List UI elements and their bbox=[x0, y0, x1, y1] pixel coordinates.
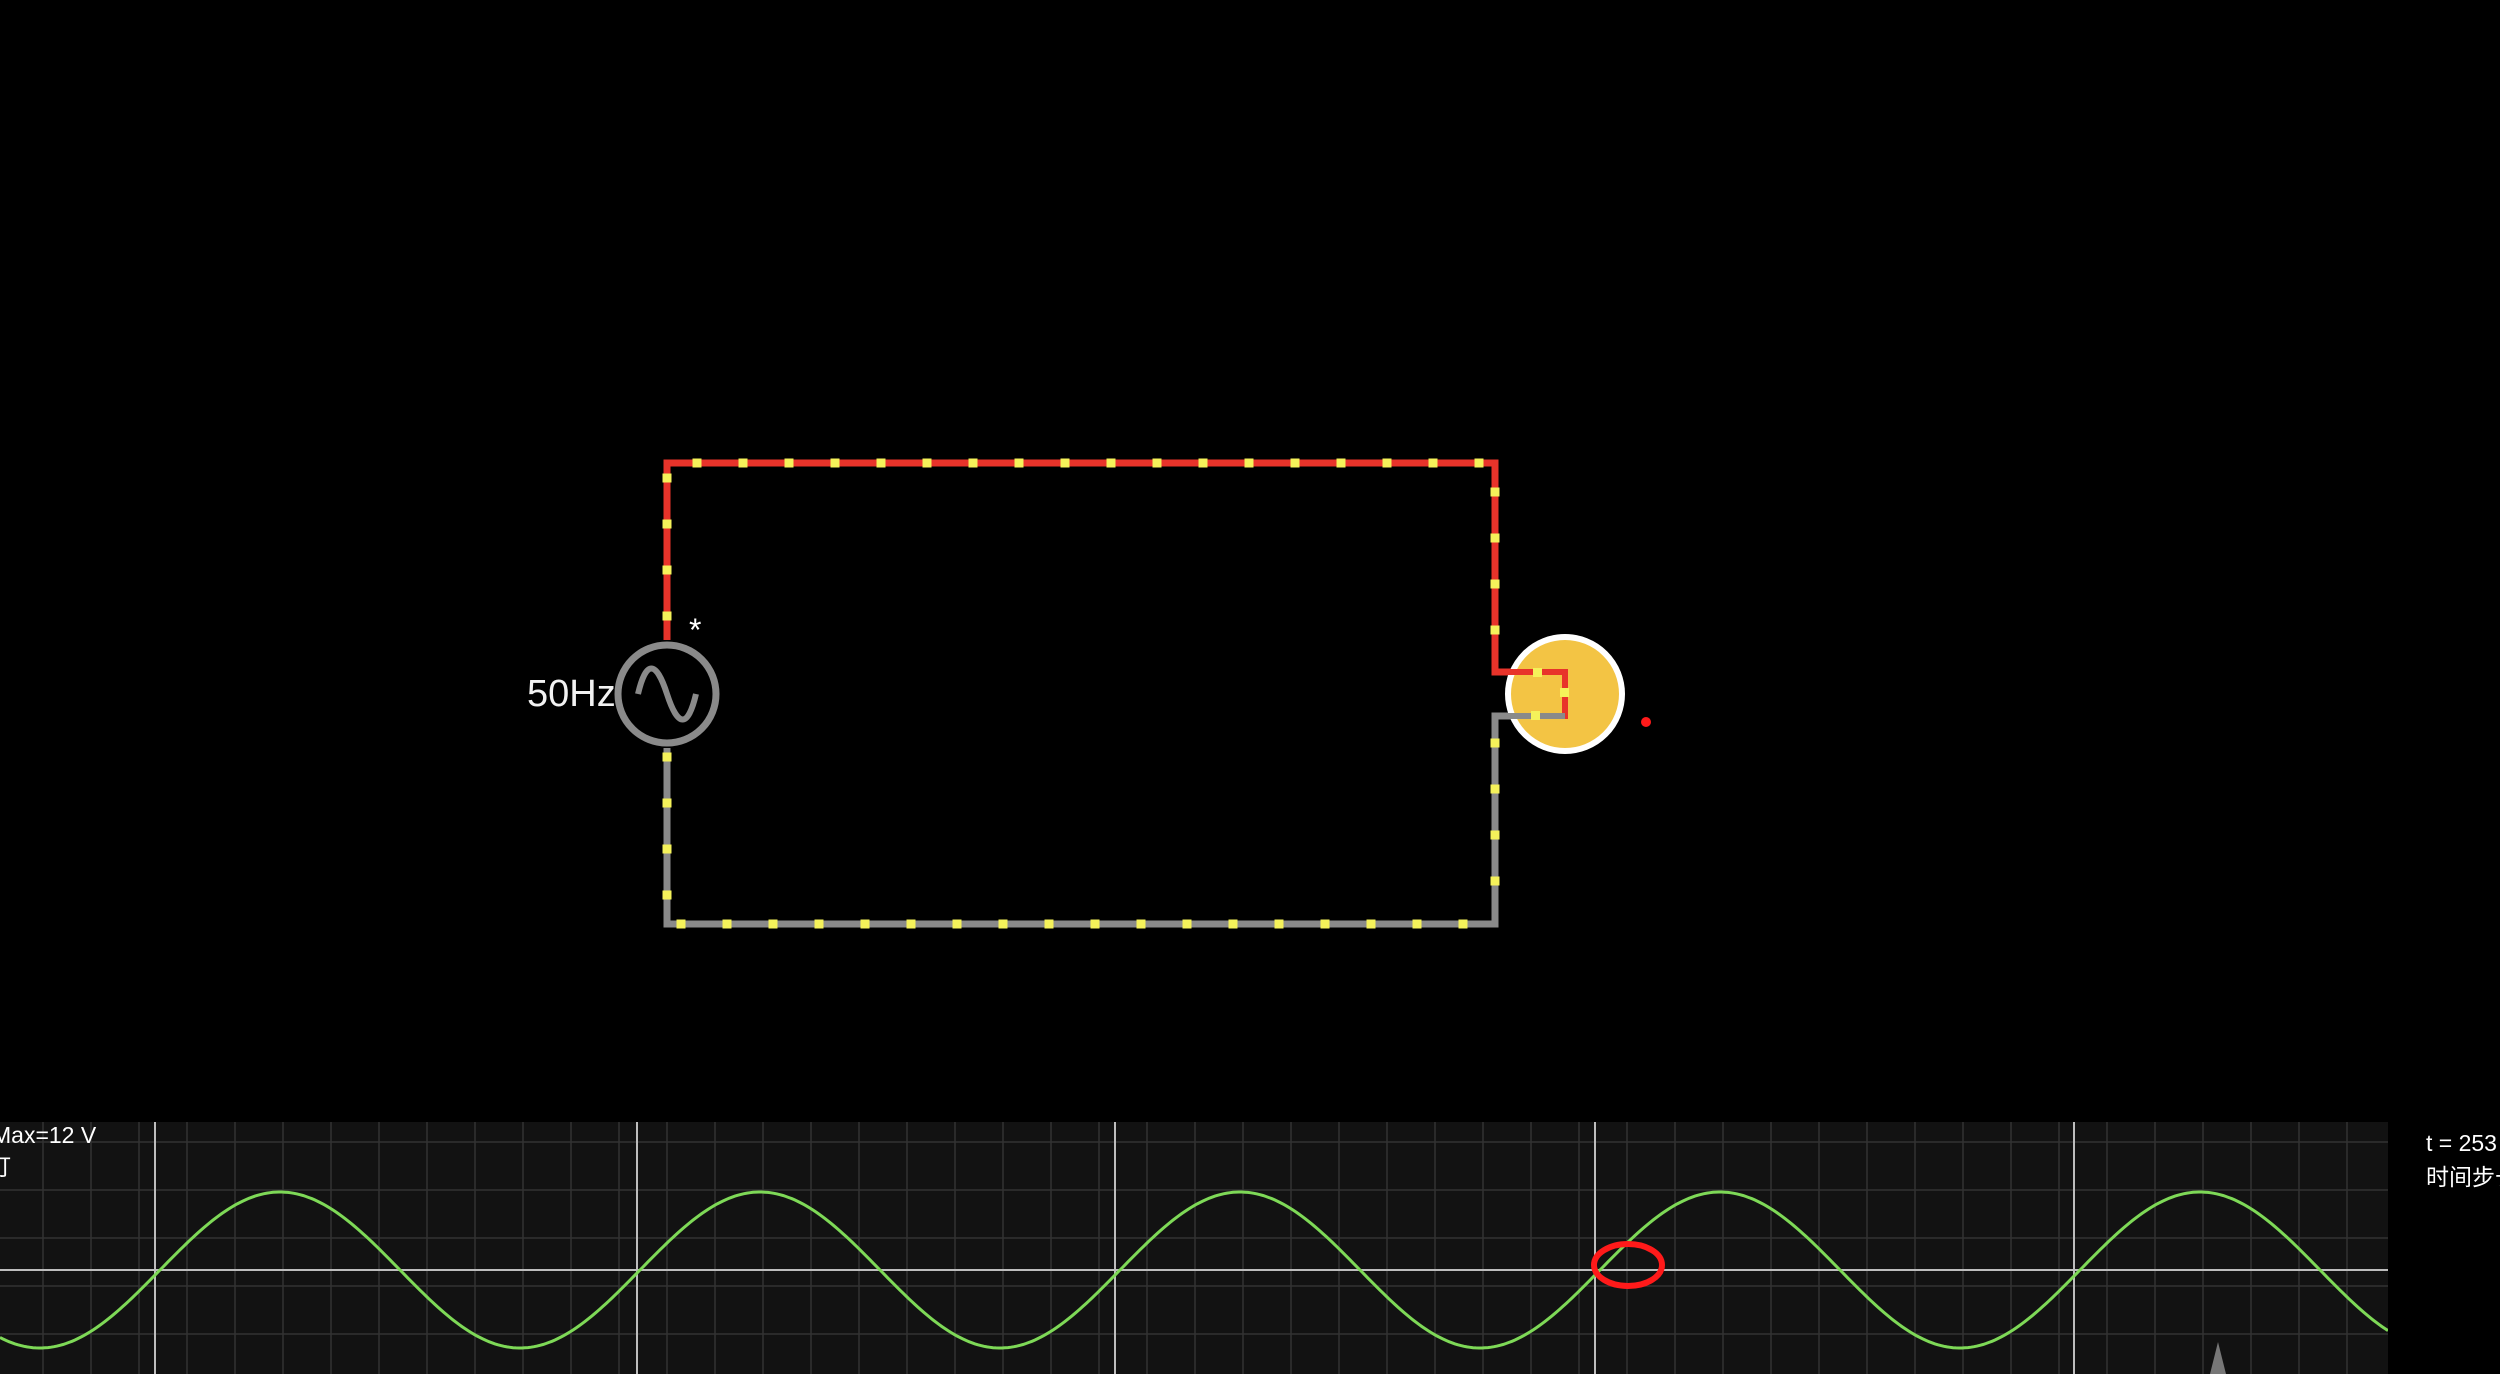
current-dot bbox=[1044, 919, 1054, 929]
current-dot bbox=[784, 458, 794, 468]
current-dot bbox=[676, 919, 686, 929]
current-dot bbox=[662, 844, 672, 854]
frequency-label: 50Hz bbox=[527, 673, 616, 715]
current-dot bbox=[1244, 458, 1254, 468]
current-dot bbox=[1490, 625, 1500, 635]
current-dot bbox=[922, 458, 932, 468]
current-dot bbox=[1490, 784, 1500, 794]
current-dot bbox=[662, 519, 672, 529]
current-dot bbox=[1382, 458, 1392, 468]
time-label: t = 253 bbox=[2426, 1130, 2497, 1156]
current-dot bbox=[1152, 458, 1162, 468]
scope-element-label: 灯 bbox=[0, 1148, 11, 1182]
current-dot bbox=[1336, 458, 1346, 468]
current-dot bbox=[1490, 876, 1500, 886]
current-dot bbox=[998, 919, 1008, 929]
current-dot bbox=[1182, 919, 1192, 929]
current-dot bbox=[1366, 919, 1376, 929]
current-dot bbox=[1428, 458, 1438, 468]
red-point bbox=[1641, 717, 1651, 727]
current-dot bbox=[830, 458, 840, 468]
current-dot bbox=[1458, 919, 1468, 929]
source-marker: * bbox=[689, 612, 702, 648]
lamp[interactable] bbox=[1495, 634, 1625, 754]
current-dot bbox=[692, 458, 702, 468]
current-dot bbox=[662, 565, 672, 575]
circuit-canvas[interactable] bbox=[0, 0, 2500, 1120]
current-dot bbox=[1014, 458, 1024, 468]
current-dot bbox=[1136, 919, 1146, 929]
current-dot bbox=[1320, 919, 1330, 929]
current-dot bbox=[662, 611, 672, 621]
current-dot bbox=[662, 752, 672, 762]
wire-bottom[interactable] bbox=[663, 712, 1565, 928]
current-dot bbox=[906, 919, 916, 929]
oscilloscope-panel[interactable] bbox=[0, 1122, 2388, 1374]
current-dot bbox=[1090, 919, 1100, 929]
current-dot bbox=[968, 458, 978, 468]
current-dot bbox=[1060, 458, 1070, 468]
wire-top[interactable] bbox=[663, 459, 1569, 715]
current-dot bbox=[662, 473, 672, 483]
scope-plot bbox=[0, 1122, 2388, 1374]
current-dot bbox=[1490, 533, 1500, 543]
current-dot bbox=[768, 919, 778, 929]
current-dot bbox=[722, 919, 732, 929]
time-step-label: 时间步长 bbox=[2426, 1164, 2500, 1190]
current-dot bbox=[1106, 458, 1116, 468]
current-dot bbox=[814, 919, 824, 929]
scope-max-label: Max=12 V bbox=[0, 1122, 97, 1148]
current-dot bbox=[1474, 458, 1484, 468]
ac-source[interactable] bbox=[614, 641, 720, 747]
current-dot bbox=[1290, 458, 1300, 468]
current-dots bbox=[662, 458, 1500, 929]
current-dot bbox=[1274, 919, 1284, 929]
current-dot bbox=[1490, 738, 1500, 748]
current-dot bbox=[662, 890, 672, 900]
current-dot bbox=[1490, 830, 1500, 840]
scope-arrow-icon bbox=[2210, 1342, 2226, 1374]
current-dot bbox=[876, 458, 886, 468]
current-dot bbox=[1490, 579, 1500, 589]
current-dot bbox=[662, 798, 672, 808]
current-dot bbox=[860, 919, 870, 929]
current-dot bbox=[1412, 919, 1422, 929]
current-dot bbox=[1228, 919, 1238, 929]
current-dot bbox=[738, 458, 748, 468]
current-dot bbox=[1490, 487, 1500, 497]
current-dot bbox=[952, 919, 962, 929]
current-dot bbox=[1198, 458, 1208, 468]
